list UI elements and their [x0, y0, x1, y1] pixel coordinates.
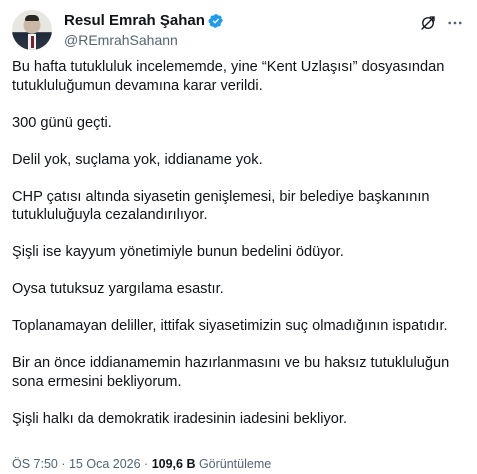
tweet-paragraph: CHP çatısı altında siyasetin genişlemesi… [12, 188, 430, 224]
tweet-paragraph: Şişli halkı da demokratik iradesinin iad… [12, 410, 348, 427]
avatar[interactable] [12, 10, 52, 50]
tweet-paragraph: Oysa tutuksuz yargılama esastır. [12, 281, 224, 297]
tweet-paragraph: Delil yok, suçlama yok, iddianame yok. [12, 151, 263, 168]
tweet-paragraph: 300 günü geçti. [12, 114, 112, 131]
tweet-text: Bu hafta tutukluluk incelememde, yine “K… [12, 58, 467, 428]
views-count: 109,6 B [151, 457, 196, 471]
author-name-row: Resul Emrah Şahan [64, 12, 224, 30]
verified-badge-icon [208, 14, 223, 28]
tweet-meta: ÖS 7:50 · 15 Oca 2026 · 109,6 B Görüntül… [12, 456, 271, 472]
tweet-date[interactable]: 15 Oca 2026 [69, 457, 141, 471]
tweet-paragraph: Bir an önce iddianamemin hazırlanmasını … [12, 355, 450, 390]
tweet-header: Resul Emrah Şahan @REmrahSahann [12, 10, 465, 50]
tweet-paragraph: Toplanamayan deliller, ittifak siyasetim… [12, 318, 448, 334]
meta-separator: · [57, 457, 69, 471]
tweet-paragraph: Bu hafta tutukluluk incelememde, yine “K… [12, 59, 445, 94]
avatar-tie [30, 36, 34, 48]
meta-separator: · [140, 457, 152, 471]
tweet-time[interactable]: ÖS 7:50 [12, 457, 58, 471]
views-label: Görüntüleme [195, 457, 272, 471]
author-handle[interactable]: @REmrahSahann [64, 31, 178, 49]
avatar-hair [25, 15, 39, 21]
author-display-name[interactable]: Resul Emrah Şahan [64, 12, 205, 30]
tweet-paragraph: Şişli ise kayyum yönetimiyle bunun bedel… [12, 244, 344, 260]
more-icon[interactable] [445, 14, 465, 32]
grok-icon[interactable] [419, 14, 437, 32]
